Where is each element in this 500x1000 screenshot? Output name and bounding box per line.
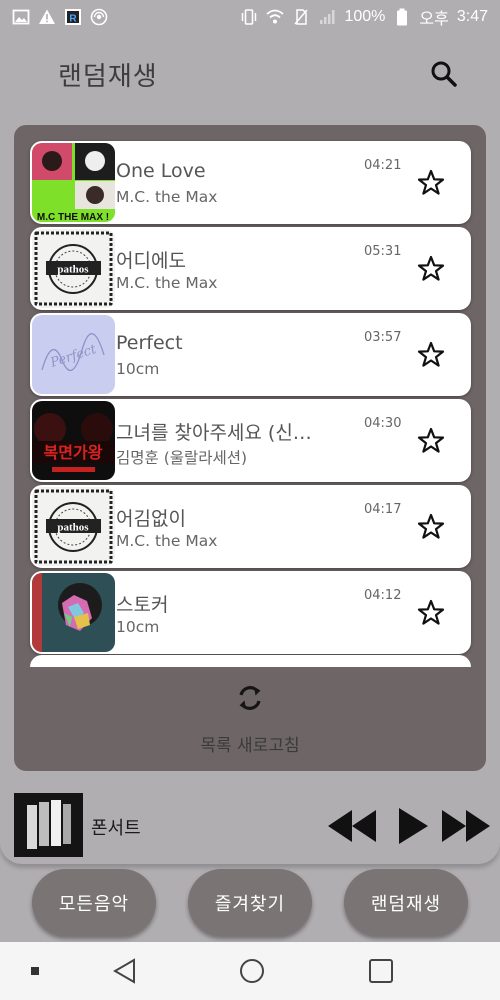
fast-forward-icon[interactable] — [440, 806, 492, 846]
song-title: 어디에도 — [116, 250, 186, 272]
song-title: One Love — [116, 160, 206, 182]
song-artist: M.C. the Max — [116, 532, 218, 550]
song-artist: 10cm — [116, 618, 160, 636]
star-icon[interactable] — [416, 512, 446, 542]
song-artist: 김명훈 (울랄라세션) — [116, 449, 248, 467]
song-row[interactable]: 스토커 10cm 04:12 — [30, 571, 471, 654]
no-sim-icon — [292, 8, 310, 26]
recent-dot-icon[interactable] — [20, 956, 50, 986]
battery-icon — [393, 8, 411, 26]
pathos-album-art: pathos — [32, 229, 115, 308]
mc-the-max-album-art: M.C THE MAX ! — [32, 143, 115, 222]
star-icon[interactable] — [416, 168, 446, 198]
status-bar: R 100% 오후 3:47 — [0, 0, 500, 34]
search-icon — [431, 61, 457, 87]
song-row[interactable]: pathos 어김없이 M.C. the Max 04:17 — [30, 485, 471, 568]
battery-percent: 100% — [344, 8, 386, 25]
tab-all-music[interactable]: 모든음악 — [32, 869, 156, 936]
refresh-icon — [239, 686, 261, 710]
warning-icon — [38, 8, 56, 26]
album-art-text: pathos — [57, 264, 89, 276]
album-art-text: pathos — [57, 522, 89, 534]
song-duration: 04:17 — [364, 502, 402, 517]
song-row[interactable]: pathos 어디에도 M.C. the Max 05:31 — [30, 227, 471, 310]
song-row-partial[interactable] — [30, 655, 471, 667]
cast-icon — [90, 8, 108, 26]
refresh-list-button[interactable]: 목록 새로고침 — [14, 673, 486, 763]
song-artist: M.C. the Max — [116, 188, 218, 206]
drama-ost-album-art: 복면가왕 — [32, 401, 115, 480]
now-playing-album-art[interactable] — [14, 793, 83, 857]
tab-random-play[interactable]: 랜덤재생 — [344, 869, 468, 936]
wifi-icon — [266, 8, 285, 26]
song-artist: 10cm — [116, 360, 160, 378]
perfect-album-art: Perfect — [32, 315, 115, 394]
song-duration: 05:31 — [364, 244, 402, 259]
song-row[interactable]: M.C THE MAX ! One Love M.C. the Max 04:2… — [30, 141, 471, 224]
page-title: 랜덤재생 — [58, 62, 158, 92]
tab-favorites[interactable]: 즐겨찾기 — [188, 869, 312, 936]
song-list-panel: M.C THE MAX ! One Love M.C. the Max 04:2… — [14, 125, 486, 771]
pathos-album-art: pathos — [32, 487, 115, 566]
song-duration: 04:30 — [364, 416, 402, 431]
song-duration: 04:21 — [364, 158, 402, 173]
app-header: 랜덤재생 — [0, 34, 500, 114]
song-duration: 03:57 — [364, 330, 402, 345]
album-art-text: 복면가왕 — [44, 443, 103, 462]
song-row[interactable]: 복면가왕 그녀를 찾아주세요 (신… 김명훈 (울랄라세션) 04:30 — [30, 399, 471, 482]
svg-text:R: R — [69, 14, 77, 25]
clock-ampm: 오후 — [419, 11, 449, 28]
star-icon[interactable] — [416, 340, 446, 370]
search-button[interactable] — [428, 58, 460, 90]
album-art-text: M.C THE MAX ! — [37, 212, 109, 222]
refresh-label: 목록 새로고침 — [200, 736, 300, 756]
app-r-icon: R — [64, 8, 82, 26]
song-row[interactable]: Perfect Perfect 10cm 03:57 — [30, 313, 471, 396]
image-icon — [12, 8, 30, 26]
play-icon[interactable] — [396, 806, 430, 846]
overview-icon[interactable] — [366, 956, 396, 986]
signal-icon — [318, 8, 336, 26]
star-icon[interactable] — [416, 598, 446, 628]
song-duration: 04:12 — [364, 588, 402, 603]
song-title: 그녀를 찾아주세요 (신… — [116, 422, 312, 444]
vibrate-icon — [240, 8, 258, 26]
song-title: 스토커 — [116, 594, 169, 616]
now-playing-title: 폰서트 — [91, 818, 141, 839]
song-list[interactable]: M.C THE MAX ! One Love M.C. the Max 04:2… — [14, 139, 486, 667]
star-icon[interactable] — [416, 426, 446, 456]
system-nav-bar — [0, 942, 500, 1000]
song-title: 어김없이 — [116, 508, 186, 530]
back-icon[interactable] — [110, 956, 140, 986]
clock-time: 3:47 — [456, 8, 488, 25]
rewind-icon[interactable] — [326, 806, 378, 846]
mini-player: 폰서트 — [0, 772, 500, 864]
song-artist: M.C. the Max — [116, 274, 218, 292]
stalker-album-art — [32, 573, 115, 652]
star-icon[interactable] — [416, 254, 446, 284]
home-icon[interactable] — [237, 956, 267, 986]
song-title: Perfect — [116, 332, 183, 354]
